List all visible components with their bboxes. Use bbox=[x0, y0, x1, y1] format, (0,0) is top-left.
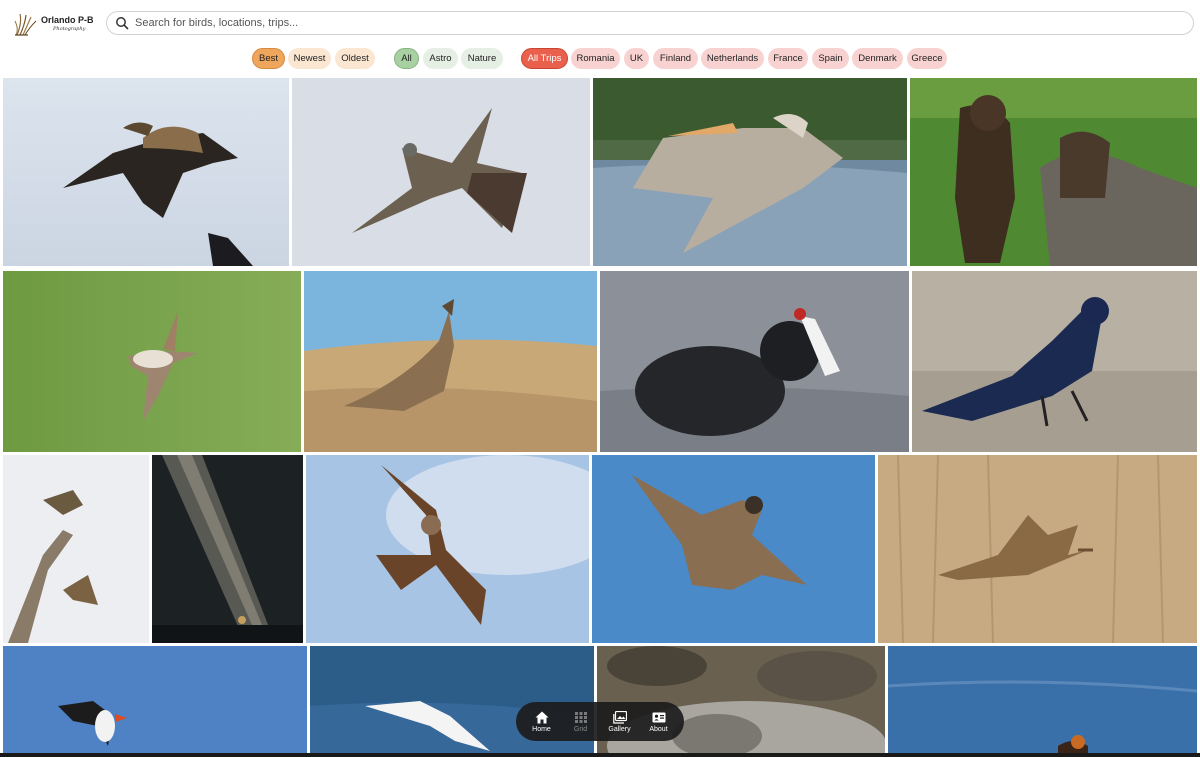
sort-oldest-chip[interactable]: Oldest bbox=[335, 48, 375, 69]
search-bar[interactable] bbox=[106, 11, 1194, 35]
reed-logo-icon bbox=[14, 13, 37, 36]
nav-grid[interactable]: Grid bbox=[562, 711, 600, 733]
category-all-chip[interactable]: All bbox=[394, 48, 419, 69]
photo-shrike[interactable] bbox=[3, 271, 301, 452]
photo-eagle[interactable] bbox=[3, 78, 289, 266]
sort-best-chip[interactable]: Best bbox=[252, 48, 285, 69]
trip-uk-chip[interactable]: UK bbox=[624, 48, 649, 69]
photo-bears[interactable] bbox=[910, 78, 1197, 266]
trip-romania-chip[interactable]: Romania bbox=[571, 48, 620, 69]
nav-home[interactable]: Home bbox=[523, 711, 561, 733]
photo-pelican[interactable] bbox=[593, 78, 907, 266]
nav-about[interactable]: About bbox=[640, 711, 678, 733]
photo-lark[interactable] bbox=[304, 271, 597, 452]
photo-falcon[interactable] bbox=[592, 455, 875, 643]
nav-home-label: Home bbox=[532, 725, 551, 733]
trip-spain-chip[interactable]: Spain bbox=[812, 48, 849, 69]
trip-greece-chip[interactable]: Greece bbox=[907, 48, 947, 69]
trip-netherlands-chip[interactable]: Netherlands bbox=[701, 48, 764, 69]
filter-bar: Best Newest Oldest All Astro Nature All … bbox=[0, 48, 1200, 70]
portfolio-page: Orlando P-B Photography Best Newest Olde… bbox=[0, 0, 1200, 757]
photo-coot[interactable] bbox=[600, 271, 909, 452]
photo-milky-way[interactable] bbox=[152, 455, 303, 643]
photo-kite[interactable] bbox=[306, 455, 589, 643]
nav-gallery-label: Gallery bbox=[608, 725, 631, 733]
nav-about-label: About bbox=[649, 725, 668, 733]
photo-puffin[interactable] bbox=[3, 646, 307, 757]
trip-finland-chip[interactable]: Finland bbox=[653, 48, 698, 69]
header: Orlando P-B Photography bbox=[0, 0, 1200, 46]
trip-denmark-chip[interactable]: Denmark bbox=[852, 48, 903, 69]
photo-gallery bbox=[0, 78, 1200, 757]
gallery-icon bbox=[612, 710, 627, 724]
category-nature-chip[interactable]: Nature bbox=[461, 48, 503, 69]
photo-grackle[interactable] bbox=[912, 271, 1197, 452]
trip-all-chip[interactable]: All Trips bbox=[521, 48, 568, 69]
brand-subtitle: Photography bbox=[53, 26, 86, 32]
search-icon bbox=[116, 17, 129, 30]
grid-icon bbox=[574, 711, 587, 723]
photo-finches[interactable] bbox=[3, 455, 149, 643]
photo-grebe[interactable] bbox=[888, 646, 1197, 757]
photo-cuckoo[interactable] bbox=[292, 78, 590, 266]
window-bottom-edge bbox=[0, 753, 1200, 757]
nav-gallery[interactable]: Gallery bbox=[601, 710, 639, 733]
category-astro-chip[interactable]: Astro bbox=[423, 48, 458, 69]
photo-bittern[interactable] bbox=[878, 455, 1197, 643]
brand-title: Orlando P-B bbox=[41, 15, 94, 25]
sort-newest-chip[interactable]: Newest bbox=[288, 48, 331, 69]
trip-france-chip[interactable]: France bbox=[768, 48, 808, 69]
search-input[interactable] bbox=[135, 17, 1175, 29]
nav-grid-label: Grid bbox=[573, 725, 588, 733]
brand-logo[interactable]: Orlando P-B Photography bbox=[14, 10, 94, 38]
id-card-icon bbox=[652, 712, 665, 722]
home-icon bbox=[535, 711, 548, 723]
bottom-nav: Home Grid Gallery About bbox=[516, 702, 684, 741]
